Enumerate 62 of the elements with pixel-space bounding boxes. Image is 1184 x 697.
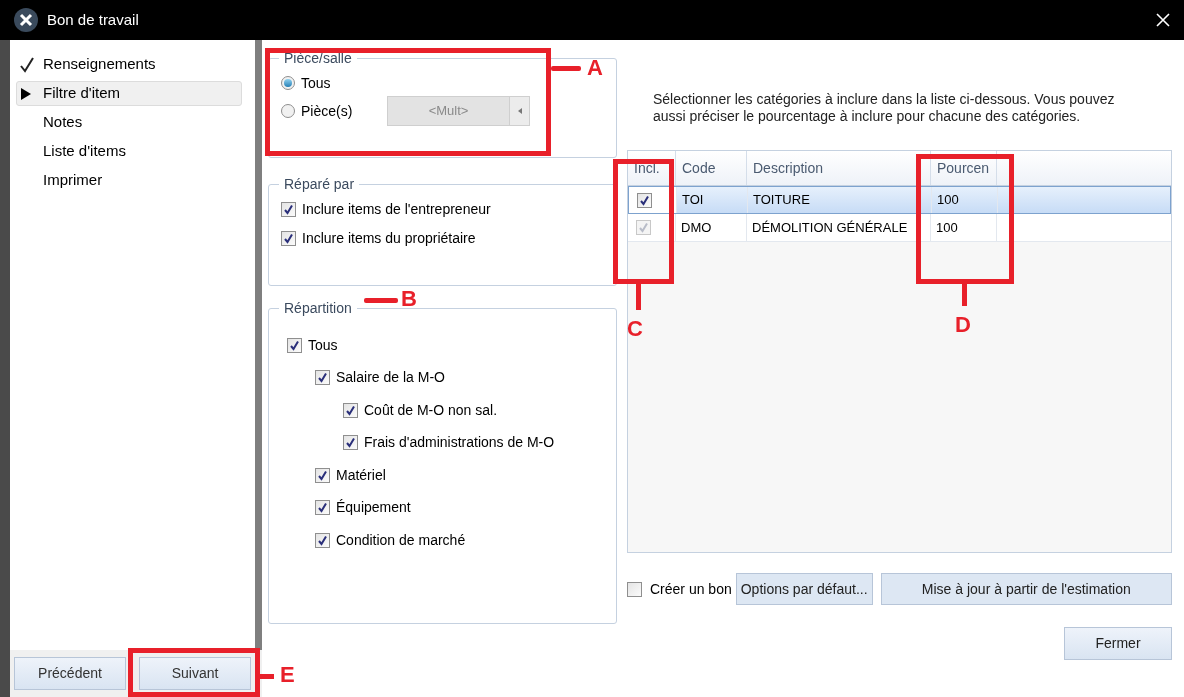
checkbox-label: Coût de M-O non sal.: [364, 400, 498, 420]
annotation-label: E: [280, 664, 295, 686]
group-title: Réparé par: [283, 175, 356, 194]
checkbox[interactable]: [281, 231, 296, 246]
sidebar-item[interactable]: Liste d'items: [16, 139, 242, 164]
annotation-label: C: [627, 318, 643, 340]
checkbox-label: Tous: [308, 335, 338, 355]
table-cell: TOITURE: [748, 187, 932, 213]
nav-button[interactable]: Suivant: [139, 657, 251, 690]
instructions-text: Sélectionner les catégories à inclure dans la liste ci-dessous. Vous pouvez aussi préciser le pourcentage à inclure pour chacune des catégories.: [653, 91, 1116, 125]
table-cell: 100: [932, 187, 998, 213]
checkbox[interactable]: [315, 532, 330, 548]
window-title: Bon de travail: [47, 9, 139, 30]
checkbox[interactable]: [637, 192, 652, 208]
checkbox[interactable]: [343, 402, 358, 418]
checkbox[interactable]: [287, 337, 302, 353]
sidebar-item[interactable]: Filtre d'item: [16, 81, 242, 106]
app-logo-icon: [14, 8, 38, 32]
checkbox-label: Créer un bon: [650, 579, 732, 599]
leader-line: [551, 66, 581, 71]
radio-button[interactable]: [281, 76, 295, 90]
group-title: Pièce/salle: [283, 49, 353, 68]
triangle-icon: [21, 87, 31, 100]
checkbox-label: Inclure items de l'entrepreneur: [302, 200, 491, 219]
checkbox-label: Matériel: [336, 465, 386, 485]
table-row[interactable]: TOI TOITURE 100: [628, 186, 1171, 214]
checkbox-label: Équipement: [336, 498, 411, 518]
radio-label: Tous: [301, 73, 332, 93]
table-cell: TOI: [677, 187, 748, 213]
checkbox-label: Condition de marché: [336, 530, 466, 550]
close-icon[interactable]: [1154, 11, 1172, 29]
radio-label: Pièce(s): [301, 101, 354, 121]
leader-line: [364, 298, 398, 303]
radio-button[interactable]: [281, 104, 295, 118]
checkbox[interactable]: [315, 500, 330, 516]
close-button[interactable]: Fermer: [1064, 627, 1172, 660]
annotation-label: D: [955, 314, 971, 336]
checkbox[interactable]: [627, 581, 642, 597]
table-cell: DÉMOLITION GÉNÉRALE: [747, 214, 931, 241]
column-header[interactable]: Description: [747, 151, 931, 185]
checkmark-icon: [19, 56, 35, 73]
checkbox-label: Salaire de la M-O: [336, 368, 445, 388]
table-cell: 100: [931, 214, 997, 241]
checkbox[interactable]: [343, 435, 358, 451]
column-header[interactable]: Pourcen: [931, 151, 997, 185]
sidebar-item[interactable]: Renseignements: [16, 52, 242, 77]
checkbox[interactable]: [315, 370, 330, 386]
sidebar-item[interactable]: Notes: [16, 110, 242, 135]
annotation-label: B: [401, 288, 417, 310]
checkbox[interactable]: [315, 467, 330, 483]
column-header[interactable]: Code: [676, 151, 747, 185]
annotation-label: A: [587, 57, 603, 79]
checkbox-label: Frais d'administrations de M-O: [364, 433, 555, 453]
sidebar-item[interactable]: Imprimer: [16, 168, 242, 193]
table-cell: DMO: [676, 214, 747, 241]
checkbox-label: Inclure items du propriétaire: [302, 229, 476, 248]
group-title: Répartition: [283, 299, 353, 318]
action-button[interactable]: Mise à jour à partir de l'estimation: [880, 573, 1172, 605]
nav-button[interactable]: Précédent: [14, 657, 126, 690]
checkbox[interactable]: [281, 202, 296, 217]
action-button[interactable]: Options par défaut...: [735, 573, 873, 605]
caret-icon: [517, 108, 522, 114]
